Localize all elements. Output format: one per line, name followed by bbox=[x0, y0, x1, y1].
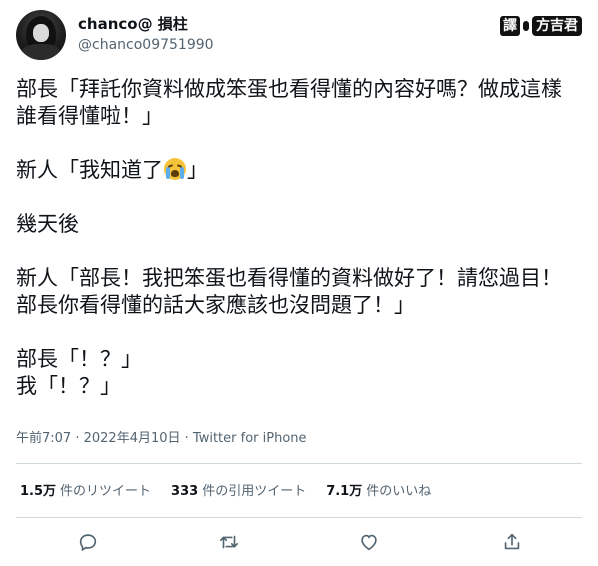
avatar[interactable] bbox=[16, 10, 66, 60]
like-count-label: 件のいいね bbox=[366, 484, 432, 499]
heart-icon[interactable] bbox=[358, 531, 380, 553]
tweet-line-pair: 部長「！？」 我「！？」 bbox=[16, 346, 582, 400]
share-icon[interactable] bbox=[501, 531, 523, 553]
watermark-dot bbox=[523, 21, 529, 31]
meta-separator: · bbox=[180, 431, 193, 446]
avatar-face bbox=[33, 24, 49, 42]
watermark-name: 方吉君 bbox=[532, 16, 582, 36]
watermark-translate-char: 譯 bbox=[500, 16, 520, 36]
tweet-text: 部長「拜託你資料做成笨蛋也看得懂的內容好嗎？做成這樣誰看得懂啦！」 新人「我知道… bbox=[16, 76, 582, 400]
tweet-source[interactable]: Twitter for iPhone bbox=[193, 431, 307, 446]
tweet-metadata: 午前7:07 · 2022年4月10日 · Twitter for iPhone bbox=[16, 430, 307, 448]
like-count-number: 7.1万 bbox=[326, 484, 363, 499]
retweet-icon[interactable] bbox=[218, 531, 240, 553]
user-handle[interactable]: @chanco09751990 bbox=[78, 35, 214, 55]
tweet-line: 新人「部長！我把笨蛋也看得懂的資料做好了！請您過目！部長你看得懂的話大家應該也沒… bbox=[16, 266, 562, 317]
translator-watermark: 譯 方吉君 bbox=[500, 16, 582, 36]
quote-count-number: 333 bbox=[171, 484, 199, 499]
tweet-line: 部長「拜託你資料做成笨蛋也看得懂的內容好嗎？做成這樣誰看得懂啦！」 bbox=[16, 77, 562, 128]
tweet-line: 我「！？」 bbox=[16, 374, 121, 398]
tweet-line-text: 」 bbox=[187, 158, 208, 182]
tweet-header: chanco@ 損柱 @chanco09751990 譯 方吉君 bbox=[16, 10, 582, 66]
tweet-line: 部長「！？」 bbox=[16, 347, 142, 371]
meta-separator: · bbox=[71, 431, 84, 446]
user-names: chanco@ 損柱 @chanco09751990 bbox=[78, 14, 214, 55]
avatar-clothing bbox=[22, 44, 60, 60]
reply-icon[interactable] bbox=[77, 531, 99, 553]
quote-count-label: 件の引用ツイート bbox=[202, 484, 307, 499]
divider bbox=[16, 517, 582, 518]
retweet-count-number: 1.5万 bbox=[20, 484, 57, 499]
quote-count[interactable]: 333 件の引用ツイート bbox=[171, 483, 306, 501]
tweet-line: 新人「我知道了」 bbox=[16, 157, 582, 184]
retweet-count[interactable]: 1.5万 件のリツイート bbox=[20, 483, 151, 501]
loudly-crying-face-icon bbox=[164, 158, 186, 180]
tweet-line-text: 新人「我知道了 bbox=[16, 158, 163, 182]
like-count[interactable]: 7.1万 件のいいね bbox=[326, 483, 431, 501]
tweet-actions bbox=[16, 527, 582, 557]
divider bbox=[16, 463, 582, 464]
tweet-time[interactable]: 午前7:07 bbox=[16, 431, 71, 446]
retweet-count-label: 件のリツイート bbox=[60, 484, 152, 499]
tweet-line: 幾天後 bbox=[16, 212, 79, 236]
display-name[interactable]: chanco@ 損柱 bbox=[78, 14, 214, 34]
tweet-stats: 1.5万 件のリツイート 333 件の引用ツイート 7.1万 件のいいね bbox=[20, 483, 451, 501]
tweet-date[interactable]: 2022年4月10日 bbox=[84, 431, 181, 446]
